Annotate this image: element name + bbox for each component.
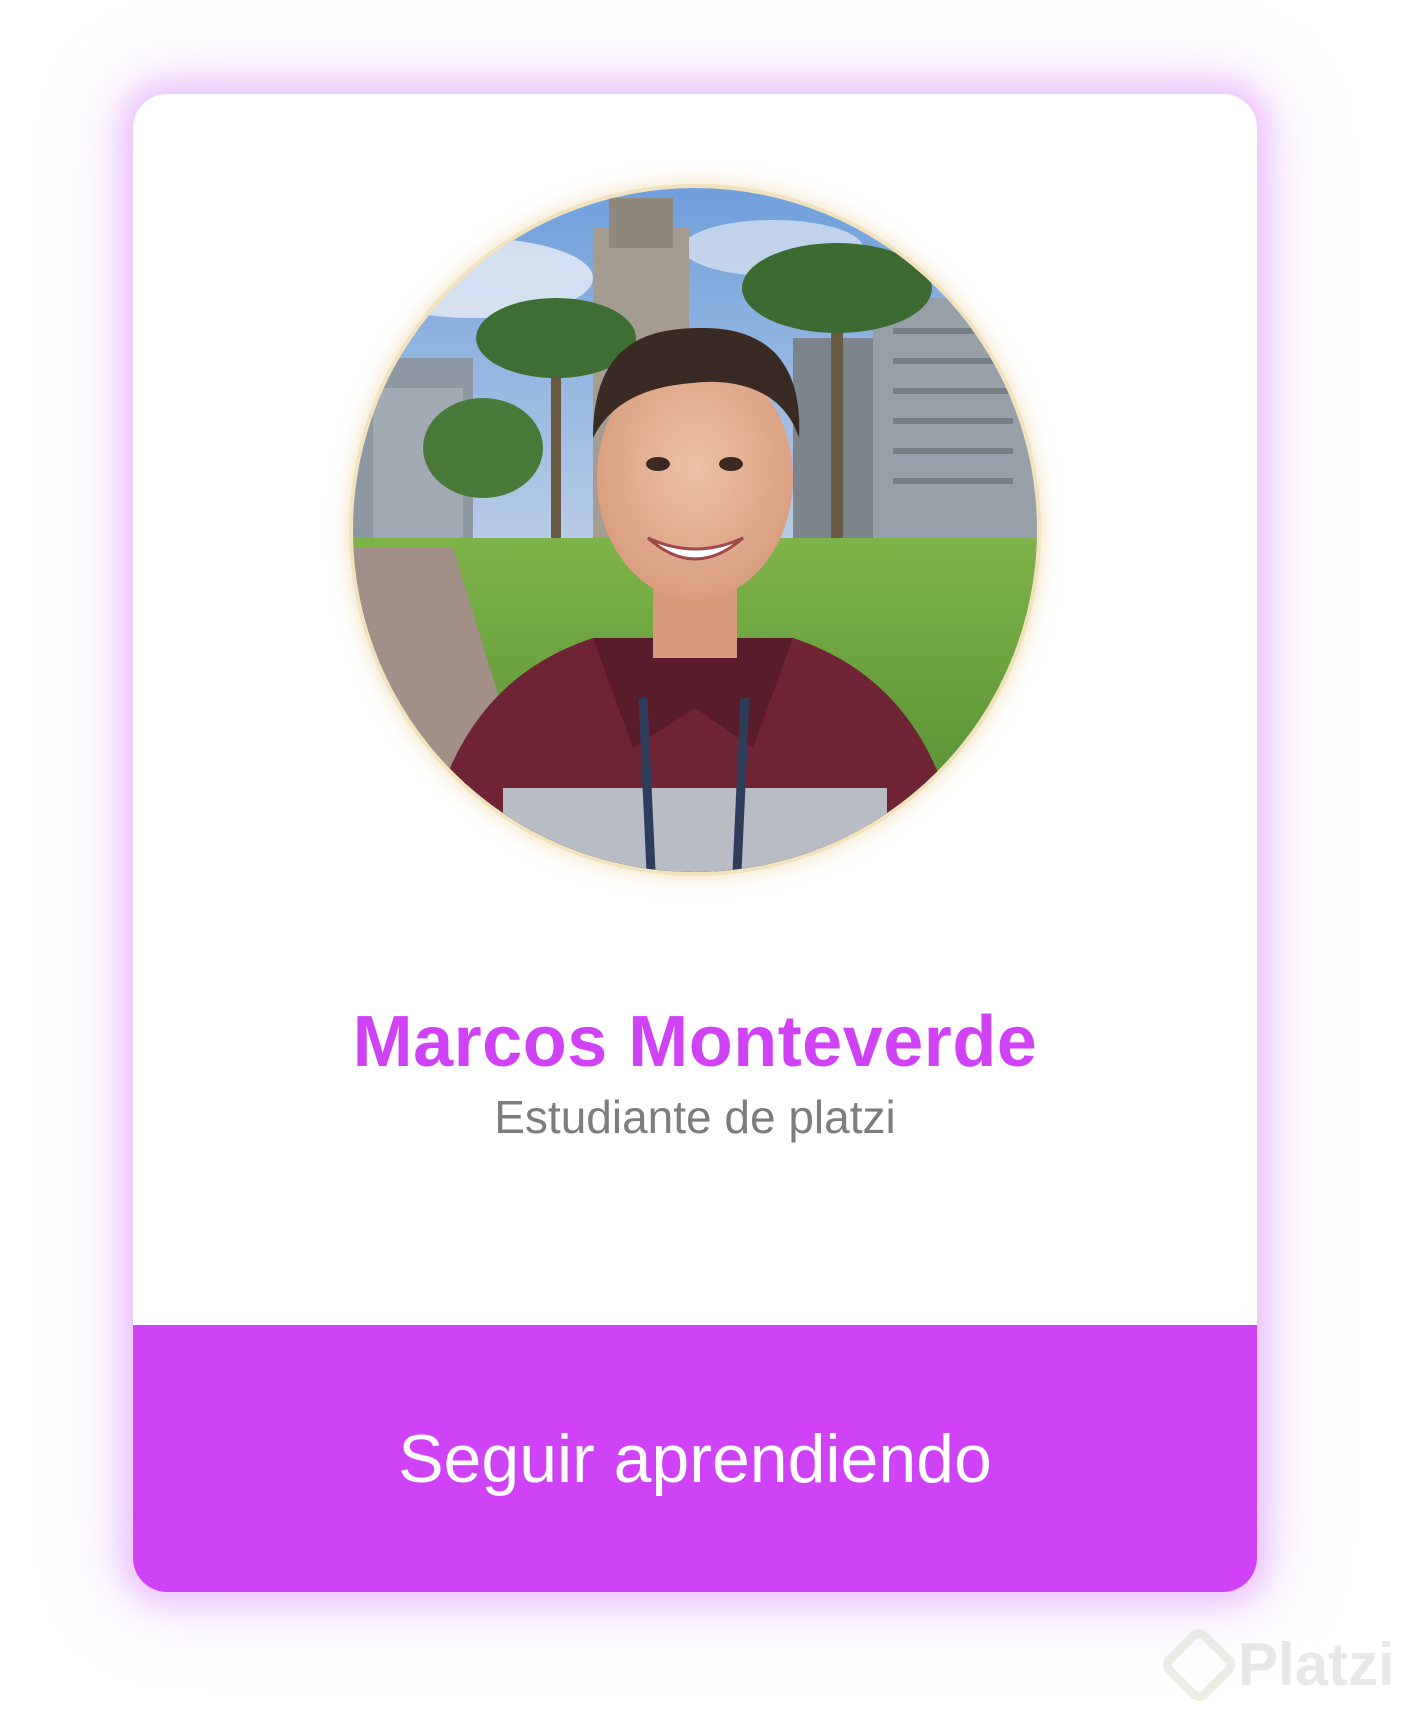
watermark-brand: Platzi — [1238, 1631, 1395, 1698]
continue-learning-button[interactable]: Seguir aprendiendo — [133, 1325, 1257, 1592]
avatar-photo — [353, 188, 1037, 872]
platzi-logo-icon — [1157, 1623, 1241, 1707]
profile-role: Estudiante de platzi — [494, 1091, 896, 1143]
avatar — [353, 188, 1037, 872]
profile-card: Marcos Monteverde Estudiante de platzi S… — [133, 94, 1257, 1592]
platzi-watermark: Platzi — [1157, 1623, 1395, 1707]
page: Marcos Monteverde Estudiante de platzi S… — [0, 0, 1427, 1725]
profile-name: Marcos Monteverde — [352, 1002, 1038, 1082]
